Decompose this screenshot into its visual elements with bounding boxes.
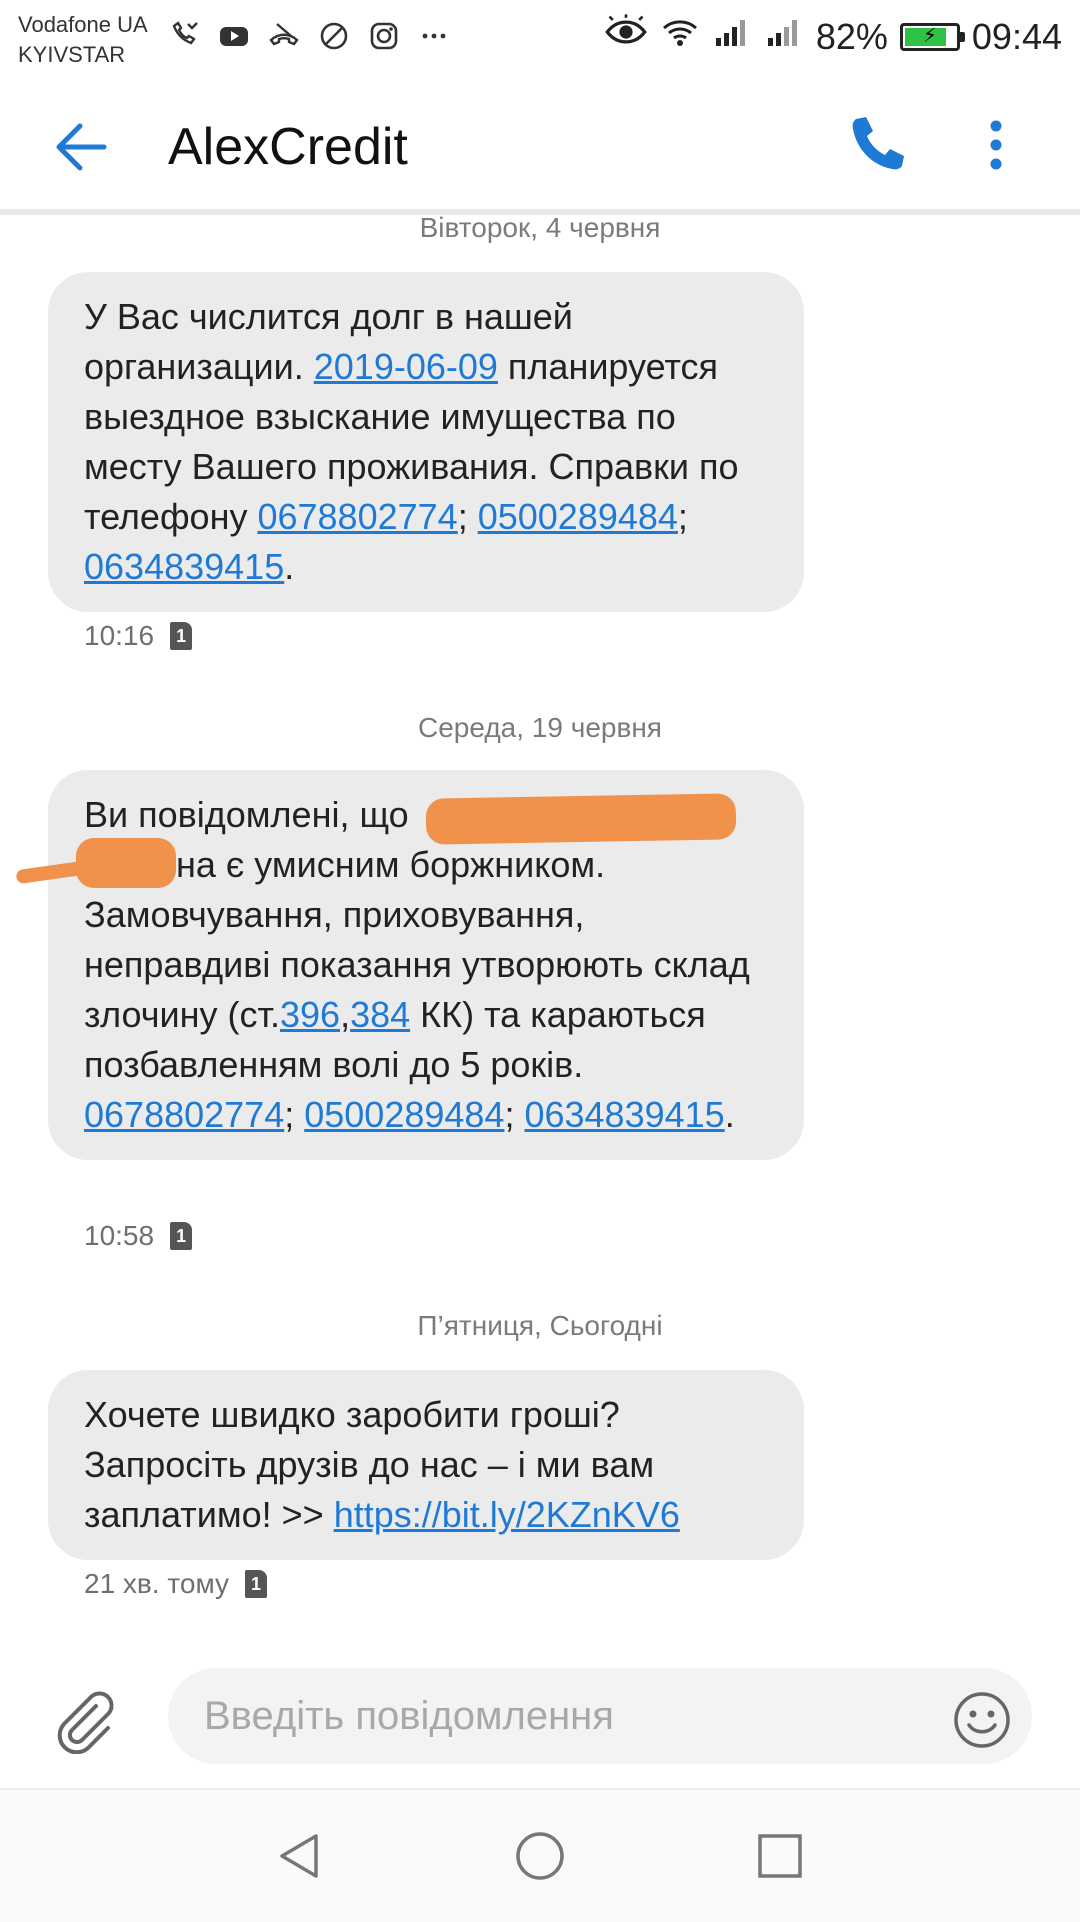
message-text: Ви повідомлені, що	[84, 794, 409, 835]
law-article-link[interactable]: 384	[350, 994, 410, 1035]
paperclip-icon	[57, 1691, 114, 1755]
carrier-1: Vodafone UA	[18, 12, 148, 37]
contact-title: AlexCredit	[168, 118, 408, 176]
message-text: .	[724, 1094, 735, 1135]
more-vert-icon	[990, 120, 1002, 170]
eye-icon	[604, 14, 648, 59]
message-text: ;	[457, 496, 478, 537]
nav-back-button[interactable]	[272, 1828, 328, 1884]
url-link[interactable]: https://bit.ly/2KZnKV6	[334, 1494, 680, 1535]
nav-home-button[interactable]	[512, 1828, 568, 1884]
redaction-mark	[425, 793, 737, 845]
law-article-link[interactable]: 396	[280, 994, 340, 1035]
smiley-icon	[954, 1692, 1010, 1748]
message-text: ,	[340, 994, 351, 1035]
message-text: ;	[677, 496, 688, 537]
signal-icon	[712, 14, 752, 59]
instagram-icon	[366, 18, 402, 54]
attach-button[interactable]	[52, 1688, 118, 1755]
phone-icon	[852, 117, 904, 170]
date-separator: П’ятниця, Сьогодні	[417, 1310, 663, 1341]
phone-link[interactable]: 0634839415	[524, 1094, 724, 1135]
sim-card-icon: 1	[170, 1222, 193, 1250]
system-nav-bar	[0, 1788, 1080, 1922]
sim-card-icon: 1	[245, 1570, 268, 1598]
message-time: 10:58	[84, 1220, 155, 1251]
back-arrow-icon	[56, 123, 107, 171]
conversation-header: AlexCredit	[0, 84, 1080, 210]
triangle-back-icon	[280, 1834, 318, 1878]
phone-link[interactable]: 0678802774	[84, 1094, 284, 1135]
message-bubble[interactable]: У Вас числится долг в нашей организации.…	[48, 272, 804, 612]
square-recents-icon	[758, 1834, 802, 1878]
message-bubble[interactable]: Хочете швидко заробити гроші? Запросіть …	[48, 1370, 804, 1560]
more-dots-icon	[416, 18, 452, 54]
date-separator: Середа, 19 червня	[418, 712, 662, 743]
carrier-2: KYIVSTAR	[18, 42, 126, 67]
notification-icons	[166, 18, 452, 54]
clock: 09:44	[971, 15, 1062, 57]
message-text: ;	[504, 1094, 525, 1135]
message-time: 21 хв. тому	[84, 1568, 230, 1599]
wifi-icon	[660, 14, 700, 59]
sim-card-icon: 1	[170, 622, 193, 650]
phone-link[interactable]: 0678802774	[257, 496, 457, 537]
call-button[interactable]	[842, 110, 912, 180]
system-indicators: 82% ⚡ 09:44	[604, 14, 1062, 59]
more-options-button[interactable]	[968, 110, 1024, 180]
status-bar: Vodafone UA KYIVSTAR 82% ⚡ 09:44	[0, 0, 1080, 84]
message-input[interactable]	[168, 1668, 1032, 1764]
date-link[interactable]: 2019-06-09	[314, 346, 498, 387]
message-text: ;	[284, 1094, 305, 1135]
nav-recents-button[interactable]	[752, 1828, 808, 1884]
phone-link[interactable]: 0500289484	[304, 1094, 504, 1135]
message-meta: 10:58 1	[84, 1220, 193, 1252]
youtube-icon	[216, 18, 252, 54]
message-meta: 21 хв. тому 1	[84, 1568, 268, 1600]
phone-link[interactable]: 0634839415	[84, 546, 284, 587]
phone-link[interactable]: 0500289484	[478, 496, 678, 537]
missed-call-icon	[166, 18, 202, 54]
signal-icon-2	[764, 14, 804, 59]
blocked-icon	[316, 18, 352, 54]
emoji-button[interactable]	[952, 1690, 1012, 1750]
carrier-label: Vodafone UA KYIVSTAR	[18, 10, 148, 70]
message-text: .	[284, 546, 295, 587]
battery-percent: 82%	[815, 15, 888, 57]
date-separator: Вівторок, 4 червня	[419, 212, 661, 243]
call-end-icon	[266, 18, 302, 54]
charging-icon: ⚡	[922, 24, 937, 47]
message-time: 10:16	[84, 620, 155, 651]
circle-home-icon	[516, 1832, 564, 1880]
back-button[interactable]	[48, 112, 118, 182]
message-meta: 10:16 1	[84, 620, 193, 652]
battery-icon: ⚡	[899, 22, 965, 51]
